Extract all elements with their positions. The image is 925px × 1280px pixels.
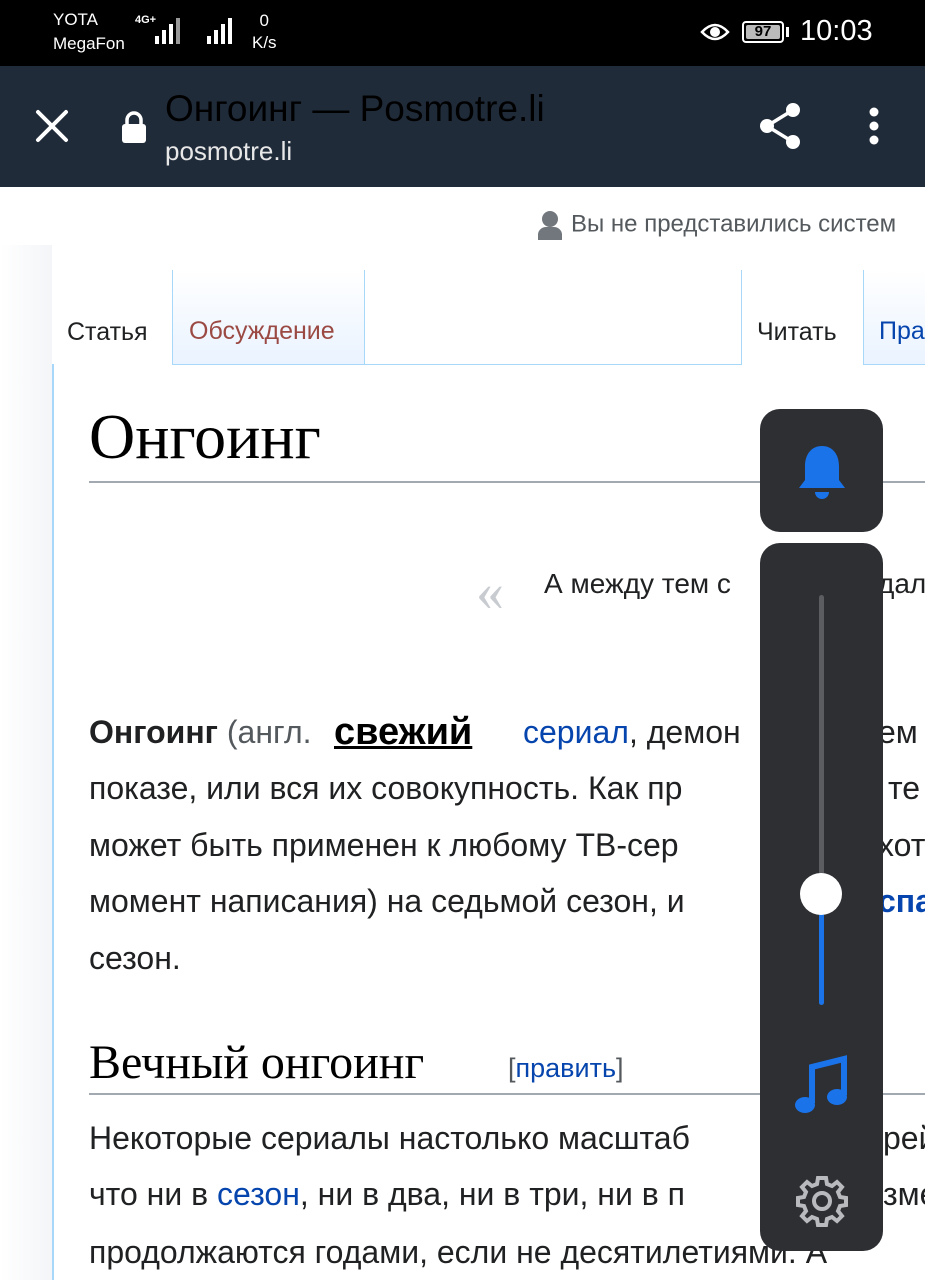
tab-talk-label: Обсуждение [189, 317, 335, 345]
para2-tail1: рей [883, 1120, 925, 1156]
gear-icon[interactable] [795, 1174, 849, 1228]
battery-icon: 97 [742, 21, 784, 43]
network-speed: 0 K/s [252, 10, 277, 54]
user-notice-text: Вы не представились систем [571, 210, 897, 238]
clock: 10:03 [800, 15, 873, 47]
battery-tip [786, 27, 789, 37]
signal-icon-2 [207, 14, 232, 44]
eye-icon [700, 23, 730, 41]
tab-article[interactable]: Статья [52, 270, 172, 365]
para2-line1: Некоторые сериалы настолько масштаб [89, 1120, 690, 1156]
carrier-2: MegaFon [53, 34, 125, 53]
speed-value: 0 [259, 11, 270, 30]
term-paren: (англ. [218, 714, 312, 750]
para1-tail1: ем [878, 714, 918, 750]
page-tabs: Статья Обсуждение Читать Пра [52, 270, 925, 365]
translation-popup-word[interactable]: свежий [332, 708, 475, 756]
para2-tail2: зме [883, 1176, 925, 1212]
page-gutter [0, 245, 52, 1280]
more-options-icon[interactable] [860, 104, 888, 148]
edit-bracket-close: ] [616, 1053, 624, 1083]
article-heading: Онгоинг [89, 401, 321, 472]
para1-tail2: те [888, 770, 921, 806]
para1-line3: может быть применен к любому ТВ-сер [89, 827, 679, 863]
speed-unit: K/s [252, 33, 277, 52]
para1-line5: сезон. [89, 940, 181, 976]
status-bar: YOTA MegaFon 4G+ 0 K/s 97 10:03 [0, 0, 925, 66]
user-notice[interactable]: Вы не представились систем [537, 210, 896, 240]
term-bold: Онгоинг [89, 714, 218, 750]
carrier-1: YOTA [53, 10, 99, 29]
tabs-spacer [365, 270, 741, 365]
para2-line2-post: , ни в два, ни в три, ни в п [299, 1176, 685, 1212]
user-icon [538, 211, 562, 240]
close-icon[interactable] [30, 104, 74, 148]
epigraph-quote: А между тем с [544, 568, 731, 599]
page-url[interactable]: posmotre.li [165, 136, 292, 167]
para1-tail4[interactable]: спа [878, 881, 925, 921]
edit-bracket-open: [ [508, 1053, 516, 1083]
tab-read[interactable]: Читать [741, 270, 863, 365]
para2-line2: что ни в сезон, ни в два, ни в три, ни в… [89, 1174, 685, 1214]
para1-line4: момент написания) на седьмой сезон, и [89, 883, 685, 919]
volume-slider-thumb[interactable] [800, 873, 842, 916]
carrier-info: YOTA MegaFon [53, 8, 125, 56]
link-season[interactable]: сезон [217, 1176, 300, 1212]
para1-rest1: , демон [628, 714, 741, 750]
para1-line1: Онгоинг (англ. [89, 712, 312, 752]
tab-read-label: Читать [757, 318, 837, 346]
epigraph-quote-tail: дал [878, 568, 925, 599]
section-heading: Вечный онгоинг [89, 1036, 425, 1089]
lock-icon [122, 111, 146, 143]
page-title: Онгоинг — Posmotre.li [165, 88, 545, 129]
para2-line2-pre: что ни в [89, 1176, 217, 1212]
bell-icon [799, 446, 845, 499]
battery-level: 97 [754, 23, 772, 40]
para1-line2: показе, или вся их совокупность. Как пр [89, 770, 683, 806]
link-serial[interactable]: сериал [523, 714, 629, 750]
edit-link[interactable]: править [516, 1053, 617, 1083]
share-icon[interactable] [755, 100, 807, 152]
para1-tail3: хот [878, 827, 925, 863]
quote-open-icon: « [476, 561, 504, 623]
tab-edit-label: Пра [879, 317, 925, 345]
tab-edit[interactable]: Пра [863, 270, 925, 365]
signal-icon-1 [155, 14, 180, 44]
music-note-icon [795, 1055, 847, 1113]
edit-section-link[interactable]: [править] [508, 1053, 624, 1084]
para2-line3: продолжаются годами, если не десятилетия… [89, 1234, 828, 1270]
para1-line1-right: сериал, демон [523, 712, 741, 752]
tab-article-label: Статья [67, 318, 148, 346]
network-type: 4G+ [135, 14, 157, 26]
tab-talk[interactable]: Обсуждение [172, 270, 365, 365]
content-border [52, 364, 54, 1280]
